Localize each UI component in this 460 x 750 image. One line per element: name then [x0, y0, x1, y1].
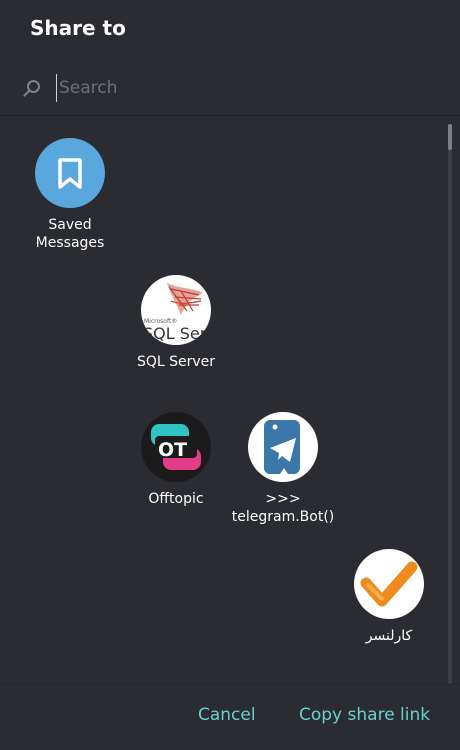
svg-text:SQL Serv: SQL Serv — [143, 324, 211, 343]
search-icon — [23, 80, 40, 97]
scrollbar[interactable] — [448, 124, 452, 684]
cancel-button[interactable]: Cancel — [198, 705, 256, 725]
bookmark-icon — [58, 158, 82, 189]
chat-list: Saved Messages Microsoft® SQL Serv SQL S… — [0, 116, 460, 684]
chat-offtopic[interactable]: OT Offtopic — [121, 412, 231, 508]
offtopic-logo: OT — [151, 424, 201, 470]
search-input[interactable] — [56, 74, 419, 102]
avatar — [354, 549, 424, 619]
chat-name: Saved Messages — [35, 217, 105, 251]
copy-share-link-button[interactable]: Copy share link — [299, 705, 430, 725]
avatar: OT — [141, 412, 211, 482]
chat-sql-server[interactable]: Microsoft® SQL Serv SQL Server — [121, 275, 231, 371]
dialog-title: Share to — [30, 16, 126, 40]
avatar — [35, 138, 105, 208]
avatar: Microsoft® SQL Serv — [141, 275, 211, 345]
chat-name: >>> telegram.Bot() — [231, 491, 335, 525]
dialog-footer: Cancel Copy share link — [0, 684, 460, 750]
chat-name: SQL Server — [136, 354, 216, 370]
svg-text:OT: OT — [158, 439, 187, 461]
karlancer-logo — [360, 561, 418, 607]
chat-telegram-bot[interactable]: >>> telegram.Bot() — [228, 412, 338, 526]
chat-karlancer[interactable]: کارلنسر — [334, 549, 444, 645]
chat-name: Offtopic — [148, 491, 204, 507]
chat-name: کارلنسر — [365, 628, 413, 644]
sql-server-logo: Microsoft® SQL Serv — [143, 283, 211, 343]
avatar — [248, 412, 318, 482]
chat-saved-messages[interactable]: Saved Messages — [15, 138, 125, 252]
scroll-thumb[interactable] — [448, 124, 452, 150]
python-telegram-logo — [264, 420, 300, 474]
search-bar — [0, 64, 460, 112]
share-dialog: Share to Saved Messages — [0, 0, 460, 750]
